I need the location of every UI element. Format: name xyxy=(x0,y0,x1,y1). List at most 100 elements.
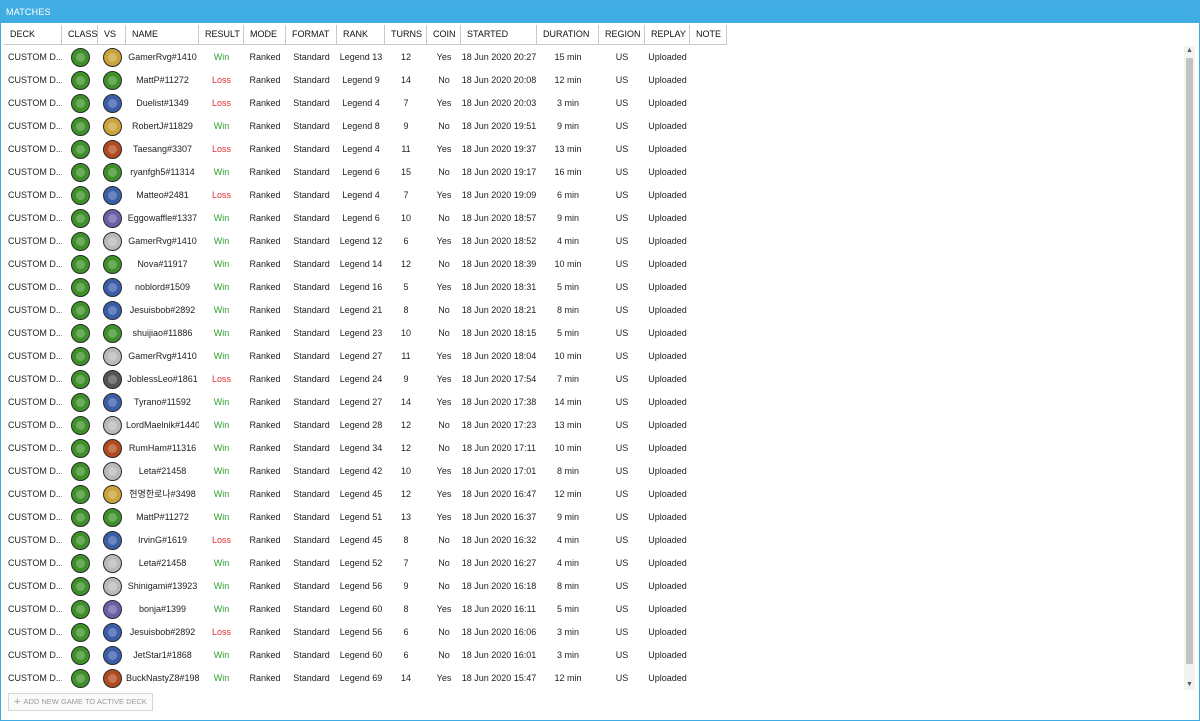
coin-cell: Yes xyxy=(436,282,452,292)
table-row[interactable]: CUSTOM D... MattP#11272 Win Ranked Standard L… xyxy=(4,506,1182,529)
druid-class-icon xyxy=(70,117,90,136)
table-row[interactable]: CUSTOM D... IrvinG#1619 Loss Ranked Standard… xyxy=(4,529,1182,552)
rank-cell: Legend 56 xyxy=(339,581,383,591)
deck-cell: CUSTOM D... xyxy=(8,259,62,269)
table-row[interactable]: CUSTOM D... shuijiao#11886 Win Ranked Standa… xyxy=(4,322,1182,345)
add-new-game-label: ADD NEW GAME TO ACTIVE DECK xyxy=(23,697,147,706)
column-header-replay[interactable]: REPLAY xyxy=(645,25,690,44)
column-header-mode[interactable]: MODE xyxy=(244,25,286,44)
column-header-result[interactable]: RESULT xyxy=(199,25,244,44)
table-row[interactable]: CUSTOM D... JetStar1#1868 Win Ranked Standar… xyxy=(4,644,1182,667)
deck-cell: CUSTOM D... xyxy=(8,604,62,614)
result-cell: Win xyxy=(213,420,230,430)
table-row[interactable]: CUSTOM D... Leta#21458 Win Ranked Standard Le… xyxy=(4,552,1182,575)
table-row[interactable]: CUSTOM D... JoblessLeo#1861 Loss Ranked Stan… xyxy=(4,368,1182,391)
class-cell xyxy=(62,69,98,92)
class-cell xyxy=(62,414,98,437)
started-cell: 18 Jun 2020 16:01 xyxy=(461,650,537,660)
coin-cell: Yes xyxy=(436,374,452,384)
column-header-class[interactable]: CLASS xyxy=(62,25,98,44)
note-cell xyxy=(690,138,727,161)
turns-cell: 6 xyxy=(403,627,409,637)
replay-cell: Uploaded xyxy=(648,213,687,223)
table-row[interactable]: CUSTOM D... Jesuisbob#2892 Loss Ranked Stand… xyxy=(4,621,1182,644)
format-cell: Standard xyxy=(293,144,330,154)
column-header-coin[interactable]: COIN xyxy=(427,25,461,44)
vs-cell xyxy=(98,598,126,621)
column-header-format[interactable]: FORMAT xyxy=(286,25,337,44)
format-cell: Standard xyxy=(293,443,330,453)
vs-cell xyxy=(98,368,126,391)
table-row[interactable]: CUSTOM D... Shinigami#13923 Win Ranked Stand… xyxy=(4,575,1182,598)
class-cell xyxy=(62,345,98,368)
table-row[interactable]: CUSTOM D... Tyrano#11592 Win Ranked Standard… xyxy=(4,391,1182,414)
druid-class-icon xyxy=(70,370,90,389)
table-row[interactable]: CUSTOM D... Jesuisbob#2892 Win Ranked Standa… xyxy=(4,299,1182,322)
result-cell: Loss xyxy=(211,374,231,384)
column-header-duration[interactable]: DURATION xyxy=(537,25,599,44)
mode-cell: Ranked xyxy=(249,558,281,568)
mode-cell: Ranked xyxy=(249,443,281,453)
format-cell: Standard xyxy=(293,466,330,476)
opponent-name: Shinigami#13923 xyxy=(127,581,198,591)
rank-cell: Legend 16 xyxy=(339,282,383,292)
table-row[interactable]: CUSTOM D... GamerRvg#1410 Win Ranked Standar… xyxy=(4,46,1182,69)
class-cell xyxy=(62,575,98,598)
druid-class-icon xyxy=(70,393,90,412)
table-row[interactable]: CUSTOM D... 현명한로나#3498 Win Ranked Standard Le… xyxy=(4,483,1182,506)
mode-cell: Ranked xyxy=(249,213,281,223)
opponent-name: JetStar1#1868 xyxy=(133,650,192,660)
column-header-turns[interactable]: TURNS xyxy=(385,25,427,44)
column-header-name[interactable]: NAME xyxy=(126,25,199,44)
opponent-name: JoblessLeo#1861 xyxy=(127,374,198,384)
druid-class-icon xyxy=(70,324,90,343)
rank-cell: Legend 45 xyxy=(339,535,383,545)
table-row[interactable]: CUSTOM D... Eggowaffle#1337 Win Ranked Stand… xyxy=(4,207,1182,230)
column-header-vs[interactable]: VS xyxy=(98,25,126,44)
note-cell xyxy=(690,437,727,460)
table-row[interactable]: CUSTOM D... RumHam#11316 Win Ranked Standard… xyxy=(4,437,1182,460)
opponent-name: 현명한로나#3498 xyxy=(129,489,196,499)
column-header-deck[interactable]: DECK xyxy=(4,25,62,44)
scroll-up-arrow-icon[interactable]: ▲ xyxy=(1184,46,1195,56)
coin-cell: Yes xyxy=(436,673,452,683)
table-row[interactable]: CUSTOM D... Matteo#2481 Loss Ranked Standard… xyxy=(4,184,1182,207)
column-header-rank[interactable]: RANK xyxy=(337,25,385,44)
column-header-note[interactable]: NOTE xyxy=(690,25,727,44)
replay-cell: Uploaded xyxy=(648,144,687,154)
table-row[interactable]: CUSTOM D... ryanfgh5#11314 Win Ranked Standa… xyxy=(4,161,1182,184)
druid-class-icon xyxy=(70,94,90,113)
note-cell xyxy=(690,391,727,414)
coin-cell: No xyxy=(438,420,450,430)
table-row[interactable]: CUSTOM D... GamerRvg#1410 Win Ranked Standar… xyxy=(4,230,1182,253)
table-row[interactable]: CUSTOM D... bonja#1399 Win Ranked Standard Le… xyxy=(4,598,1182,621)
rank-cell: Legend 4 xyxy=(342,98,380,108)
column-header-started[interactable]: STARTED xyxy=(461,25,537,44)
replay-cell: Uploaded xyxy=(648,167,687,177)
table-row[interactable]: CUSTOM D... noblord#1509 Win Ranked Standard… xyxy=(4,276,1182,299)
vs-cell xyxy=(98,483,126,506)
add-new-game-button[interactable]: + ADD NEW GAME TO ACTIVE DECK xyxy=(8,693,153,711)
duration-cell: 3 min xyxy=(556,650,579,660)
table-row[interactable]: CUSTOM D... Taesang#3307 Loss Ranked Standar… xyxy=(4,138,1182,161)
table-row[interactable]: CUSTOM D... Leta#21458 Win Ranked Standard Le… xyxy=(4,460,1182,483)
table-row[interactable]: CUSTOM D... MattP#11272 Loss Ranked Standard… xyxy=(4,69,1182,92)
note-cell xyxy=(690,575,727,598)
vertical-scrollbar[interactable]: ▲ ▼ xyxy=(1184,46,1195,690)
column-header-region[interactable]: REGION xyxy=(599,25,645,44)
table-row[interactable]: CUSTOM D... BuckNastyZ8#1980 Win Ranked Stan… xyxy=(4,667,1182,688)
opponent-name: Duelist#1349 xyxy=(136,98,189,108)
region-cell: US xyxy=(615,627,629,637)
table-row[interactable]: CUSTOM D... Nova#11917 Win Ranked Standard Le… xyxy=(4,253,1182,276)
table-row[interactable]: CUSTOM D... Duelist#1349 Loss Ranked Standar… xyxy=(4,92,1182,115)
scroll-down-arrow-icon[interactable]: ▼ xyxy=(1184,680,1195,690)
rank-cell: Legend 27 xyxy=(339,397,383,407)
table-row[interactable]: CUSTOM D... LordMaelnik#1440 Win Ranked Stan… xyxy=(4,414,1182,437)
scroll-thumb[interactable] xyxy=(1186,58,1193,664)
coin-cell: Yes xyxy=(436,604,452,614)
table-row[interactable]: CUSTOM D... RobertJ#11829 Win Ranked Standar… xyxy=(4,115,1182,138)
table-row[interactable]: CUSTOM D... GamerRvg#1410 Win Ranked Standar… xyxy=(4,345,1182,368)
druid-class-icon xyxy=(70,71,90,90)
coin-cell: No xyxy=(438,443,450,453)
rank-cell: Legend 6 xyxy=(342,213,380,223)
